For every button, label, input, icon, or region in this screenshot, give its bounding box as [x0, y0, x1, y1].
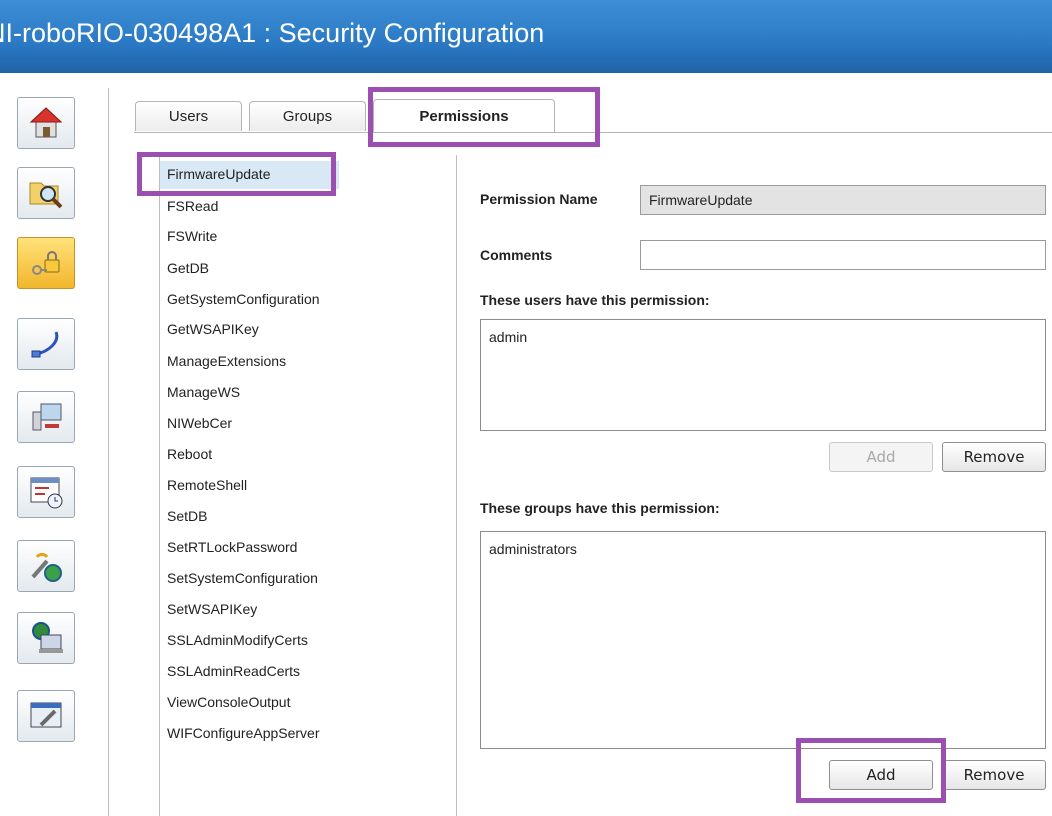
nav-security-button[interactable]	[17, 237, 75, 289]
permission-item[interactable]: RemoteShell	[167, 472, 447, 500]
users-heading: These users have this permission:	[480, 292, 710, 308]
permission-item[interactable]: GetWSAPIKey	[167, 316, 447, 344]
network-cable-icon	[31, 331, 59, 358]
nav-scheduler-button[interactable]	[17, 466, 75, 518]
group-item[interactable]: administrators	[489, 541, 577, 557]
permission-item[interactable]: GetDB	[167, 255, 447, 283]
tab-permissions[interactable]: Permissions	[373, 99, 555, 133]
permission-item[interactable]: NIWebCer	[167, 410, 447, 438]
permission-item[interactable]: SetDB	[167, 503, 447, 531]
permission-item[interactable]: SetSystemConfiguration	[167, 565, 447, 593]
nav-network-settings-button[interactable]	[17, 540, 75, 592]
groups-remove-button[interactable]: Remove	[942, 760, 1046, 790]
permission-item[interactable]: GetSystemConfiguration	[167, 286, 447, 314]
permission-item[interactable]: FSWrite	[167, 223, 447, 251]
title-bar: NI-roboRIO-030498A1 : Security Configura…	[0, 0, 1052, 73]
permission-list[interactable]: FirmwareUpdate FSRead FSWrite GetDB GetS…	[159, 155, 457, 816]
user-item[interactable]: admin	[489, 329, 527, 345]
permission-item[interactable]: SSLAdminReadCerts	[167, 658, 447, 686]
permission-item[interactable]: WIFConfigureAppServer	[167, 720, 447, 748]
tab-strip-divider	[134, 132, 1052, 133]
window-title: NI-roboRIO-030498A1 : Security Configura…	[0, 18, 545, 48]
users-add-label: Add	[866, 448, 896, 466]
sidebar-divider	[108, 88, 109, 816]
home-icon	[29, 107, 63, 138]
tab-groups[interactable]: Groups	[249, 101, 366, 131]
permission-name-field: FirmwareUpdate	[640, 185, 1046, 215]
groups-remove-label: Remove	[963, 766, 1025, 784]
permission-item[interactable]: SetRTLockPassword	[167, 534, 447, 562]
network-settings-icon	[31, 552, 62, 582]
console-tools-icon	[30, 702, 62, 728]
schedule-clock-icon	[30, 477, 63, 509]
groups-list[interactable]: administrators	[480, 531, 1046, 749]
tab-groups-label: Groups	[282, 108, 333, 125]
tab-users-label: Users	[168, 108, 209, 125]
users-add-button[interactable]: Add	[829, 442, 933, 472]
groups-add-button[interactable]: Add	[829, 760, 933, 790]
web-server-icon	[32, 622, 63, 653]
groups-heading: These groups have this permission:	[480, 500, 720, 516]
lock-key-icon	[32, 251, 60, 275]
comments-field[interactable]	[640, 240, 1046, 270]
tab-permissions-label: Permissions	[419, 108, 509, 125]
nav-browse-button[interactable]	[17, 167, 75, 219]
permission-item[interactable]: Reboot	[167, 441, 447, 469]
users-list[interactable]: admin	[480, 319, 1046, 431]
permission-item[interactable]: FSRead	[167, 193, 447, 221]
nav-web-server-button[interactable]	[17, 612, 75, 664]
comments-label: Comments	[480, 247, 553, 263]
tab-users[interactable]: Users	[135, 101, 242, 131]
nav-home-button[interactable]	[17, 97, 75, 149]
permission-item[interactable]: SSLAdminModifyCerts	[167, 627, 447, 655]
permission-item[interactable]: ManageWS	[167, 379, 447, 407]
users-remove-label: Remove	[963, 448, 1025, 466]
nav-network-button[interactable]	[17, 318, 75, 370]
permission-name-label: Permission Name	[480, 191, 598, 207]
permission-item[interactable]: FirmwareUpdate	[160, 161, 339, 189]
users-remove-button[interactable]: Remove	[942, 442, 1046, 472]
nav-system-button[interactable]	[17, 391, 75, 443]
system-computer-icon	[32, 403, 62, 431]
permission-item[interactable]: SetWSAPIKey	[167, 596, 447, 624]
permission-item[interactable]: ViewConsoleOutput	[167, 689, 447, 717]
nav-console-button[interactable]	[17, 690, 75, 742]
folder-search-icon	[29, 182, 63, 209]
permission-item[interactable]: ManageExtensions	[167, 348, 447, 376]
groups-add-label: Add	[866, 766, 896, 784]
